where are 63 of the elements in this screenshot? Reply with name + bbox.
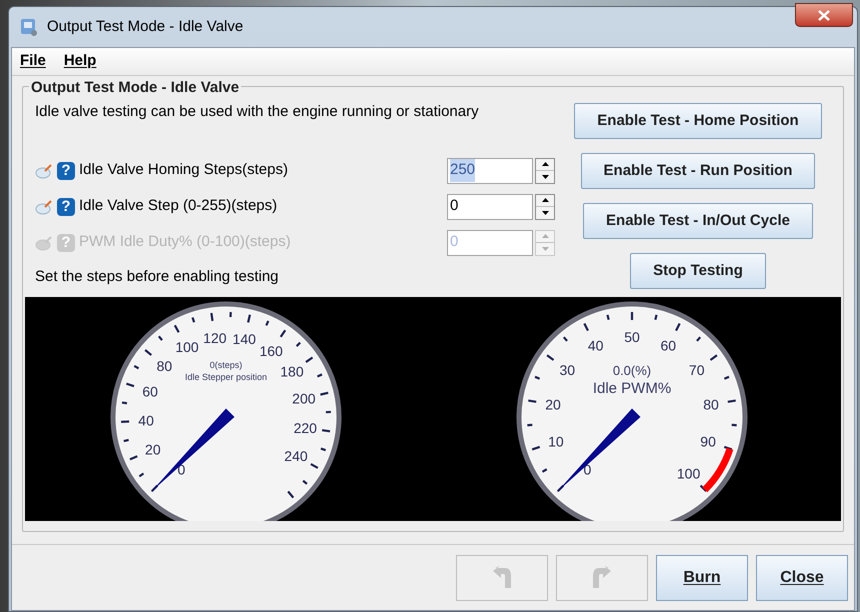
- number-field[interactable]: 0: [447, 194, 533, 220]
- down-arrow-icon: [542, 246, 548, 251]
- scale-label: 180: [280, 364, 304, 380]
- edit-icon: [35, 198, 53, 214]
- menu-item[interactable]: File: [20, 50, 46, 73]
- footer-button[interactable]: Burn: [656, 554, 748, 600]
- scale-label: 80: [703, 396, 719, 412]
- down-arrow-icon: [542, 174, 548, 179]
- scale-label: 160: [259, 342, 283, 359]
- intro-text: Idle valve testing can be used with the engine running or stationary: [35, 102, 480, 122]
- up-arrow-icon: [542, 162, 548, 166]
- scale-label: 220: [294, 420, 317, 436]
- scale-label: 40: [588, 338, 604, 354]
- redo-arrow-icon: [591, 566, 613, 590]
- up-arrow-icon: [542, 198, 548, 202]
- close-icon: [818, 10, 830, 20]
- scale-label: 60: [142, 384, 158, 400]
- field-label: PWM Idle Duty% (0-100)(steps): [79, 232, 292, 252]
- scale-label: 120: [203, 330, 227, 346]
- app-icon: [19, 17, 39, 37]
- scale-label: 70: [688, 362, 704, 378]
- help-button[interactable]: ?: [57, 198, 75, 216]
- test-button[interactable]: Enable Test - Run Position: [580, 153, 816, 189]
- scale-label: 50: [624, 329, 640, 345]
- footer-button[interactable]: Close: [756, 554, 848, 600]
- test-button[interactable]: Enable Test - Home Position: [574, 103, 822, 139]
- scale-label: 30: [560, 362, 576, 378]
- spinner-buttons[interactable]: [535, 194, 555, 220]
- warning-zone-arc: [702, 448, 734, 492]
- gauge-title: Idle PWM%: [592, 380, 672, 397]
- close-button[interactable]: [795, 3, 853, 27]
- scale-label: 20: [145, 441, 161, 458]
- scale-label: 200: [292, 390, 316, 407]
- edit-icon: [35, 234, 53, 250]
- scale-label: 240: [284, 448, 308, 464]
- undo-arrow-icon: [491, 566, 513, 590]
- note-text: Set the steps before enabling testing: [35, 266, 280, 286]
- scale-label: 100: [175, 339, 199, 356]
- scale-label: 10: [548, 434, 564, 450]
- gauge-reading: 0.0(%): [612, 363, 652, 378]
- down-arrow-icon: [542, 210, 548, 215]
- field-label: Idle Valve Step (0-255)(steps): [79, 196, 278, 216]
- scale-label: 80: [156, 358, 172, 374]
- gauge-title: Idle Stepper position: [184, 372, 268, 382]
- test-button[interactable]: Enable Test - In/Out Cycle: [583, 203, 813, 239]
- menu-item[interactable]: Help: [64, 50, 96, 73]
- scale-label: 90: [700, 434, 716, 450]
- scale-label: 0: [178, 462, 186, 478]
- window-title: Output Test Mode - Idle Valve: [47, 16, 244, 37]
- edit-icon: [35, 162, 53, 178]
- scale-label: 0: [584, 462, 592, 478]
- test-button[interactable]: Stop Testing: [630, 253, 766, 289]
- field-label: Idle Valve Homing Steps(steps): [79, 160, 289, 180]
- scale-label: 140: [232, 331, 256, 348]
- scale-label: 60: [660, 338, 676, 354]
- scale-label: 100: [676, 466, 700, 482]
- help-button[interactable]: ?: [57, 162, 75, 180]
- spinner-buttons[interactable]: [535, 158, 555, 184]
- scale-label: 20: [545, 396, 561, 412]
- number-field[interactable]: 250: [447, 158, 533, 184]
- gauge-reading: 0(steps): [210, 360, 242, 370]
- up-arrow-icon: [542, 234, 548, 238]
- scale-label: 40: [138, 412, 154, 429]
